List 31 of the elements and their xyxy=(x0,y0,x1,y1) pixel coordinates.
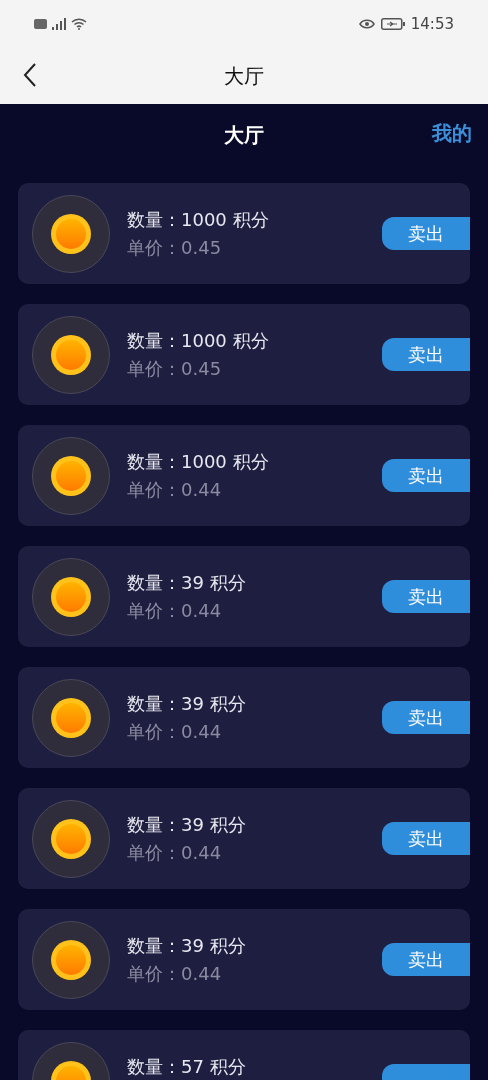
price-text: 单价：0.45 xyxy=(127,356,223,381)
price-text: 单价：0.44 xyxy=(127,961,223,986)
sell-button[interactable]: 卖出 xyxy=(382,701,470,734)
quantity-text: 数量：39 积分 xyxy=(127,570,247,595)
price-text: 单价：0.44 xyxy=(127,719,223,744)
quantity-text: 数量：1000 积分 xyxy=(127,449,270,474)
clock: 14:53 xyxy=(410,13,454,35)
quantity-text: 数量：39 积分 xyxy=(127,691,247,716)
sell-button[interactable]: 卖出 xyxy=(382,217,470,250)
page-title: 大厅 xyxy=(224,122,264,149)
quantity-text: 数量：57 积分 xyxy=(127,1054,247,1079)
sell-button[interactable]: 卖出 xyxy=(382,822,470,855)
eye-icon xyxy=(358,18,375,30)
my-link[interactable]: 我的 xyxy=(432,118,472,148)
sell-button[interactable]: 卖出 xyxy=(382,943,470,976)
wifi-icon xyxy=(71,18,87,30)
quantity-text: 数量：1000 积分 xyxy=(127,207,270,232)
battery-icon xyxy=(380,18,405,30)
price-text: 单价：0.45 xyxy=(127,235,223,260)
sell-button[interactable]: 卖出 xyxy=(382,338,470,371)
quantity-text: 数量：1000 积分 xyxy=(127,328,270,353)
nav-title: 大厅 xyxy=(224,63,264,90)
sell-button[interactable]: 卖出 xyxy=(382,580,470,613)
back-icon xyxy=(23,63,37,87)
quantity-text: 数量：39 积分 xyxy=(127,812,247,837)
price-text: 单价：0.44 xyxy=(127,598,223,623)
sell-button[interactable]: 卖出 xyxy=(382,459,470,492)
signal-icon xyxy=(51,18,67,30)
quantity-text: 数量：39 积分 xyxy=(127,933,247,958)
price-text: 单价：0.44 xyxy=(127,477,223,502)
price-text: 单价：0.44 xyxy=(127,840,223,865)
